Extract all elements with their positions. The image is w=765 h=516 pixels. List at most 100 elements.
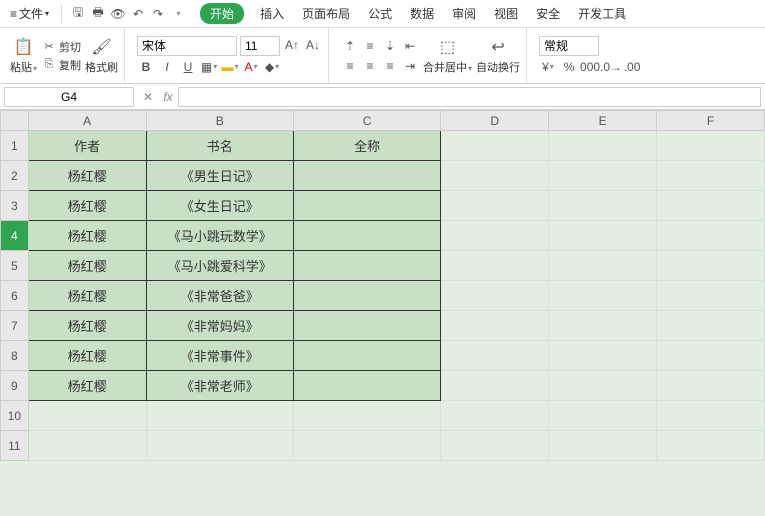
- cell-A2[interactable]: 杨红樱: [28, 161, 146, 191]
- tab-security[interactable]: 安全: [534, 3, 562, 24]
- cell-E1[interactable]: [549, 131, 657, 161]
- cell-C2[interactable]: [294, 161, 441, 191]
- cell-E9[interactable]: [549, 371, 657, 401]
- grid[interactable]: ABCDEF 1作者书名全称2杨红樱《男生日记》3杨红樱《女生日记》4杨红樱《马…: [0, 110, 765, 461]
- cell-B2[interactable]: 《男生日记》: [146, 161, 293, 191]
- name-box[interactable]: [4, 87, 134, 107]
- font-size-select[interactable]: [240, 36, 280, 56]
- wrap-button[interactable]: ↩ 自动换行: [476, 36, 520, 75]
- col-header-E[interactable]: E: [549, 111, 657, 131]
- cell-C6[interactable]: [294, 281, 441, 311]
- effects-icon[interactable]: ◆: [263, 58, 281, 76]
- cell-B4[interactable]: 《马小跳玩数学》: [146, 221, 293, 251]
- cell-E11[interactable]: [549, 431, 657, 461]
- tab-devtools[interactable]: 开发工具: [576, 3, 628, 24]
- cancel-icon[interactable]: ✕: [138, 90, 158, 104]
- align-center-icon[interactable]: ≡: [361, 57, 379, 75]
- fill-color-icon[interactable]: ▬: [221, 58, 239, 76]
- row-header-5[interactable]: 5: [1, 251, 29, 281]
- cell-C10[interactable]: [294, 401, 441, 431]
- font-color-icon[interactable]: A: [242, 58, 260, 76]
- col-header-C[interactable]: C: [294, 111, 441, 131]
- cell-A11[interactable]: [28, 431, 146, 461]
- redo-icon[interactable]: ↷: [150, 6, 166, 22]
- cell-D6[interactable]: [441, 281, 549, 311]
- format-painter-button[interactable]: 🖌 格式刷: [85, 36, 118, 75]
- italic-icon[interactable]: I: [158, 58, 176, 76]
- cell-D10[interactable]: [441, 401, 549, 431]
- col-header-B[interactable]: B: [146, 111, 293, 131]
- cell-F3[interactable]: [657, 191, 765, 221]
- cell-E5[interactable]: [549, 251, 657, 281]
- cell-D7[interactable]: [441, 311, 549, 341]
- paste-button[interactable]: 📋 粘贴: [10, 36, 37, 75]
- cell-A9[interactable]: 杨红樱: [28, 371, 146, 401]
- row-header-4[interactable]: 4: [1, 221, 29, 251]
- border-icon[interactable]: ▦: [200, 58, 218, 76]
- cell-C3[interactable]: [294, 191, 441, 221]
- cell-B3[interactable]: 《女生日记》: [146, 191, 293, 221]
- align-bottom-icon[interactable]: ⇣: [381, 37, 399, 55]
- row-header-6[interactable]: 6: [1, 281, 29, 311]
- tab-layout[interactable]: 页面布局: [300, 3, 352, 24]
- tab-start[interactable]: 开始: [200, 3, 244, 24]
- merge-button[interactable]: ⬚ 合并居中: [423, 36, 472, 75]
- comma-icon[interactable]: 000: [581, 58, 599, 76]
- cell-F10[interactable]: [657, 401, 765, 431]
- tab-insert[interactable]: 插入: [258, 3, 286, 24]
- align-left-icon[interactable]: ≡: [341, 57, 359, 75]
- cell-E8[interactable]: [549, 341, 657, 371]
- cell-D5[interactable]: [441, 251, 549, 281]
- decrease-font-icon[interactable]: A↓: [304, 36, 322, 54]
- cell-F1[interactable]: [657, 131, 765, 161]
- save-icon[interactable]: 🖫: [70, 6, 86, 22]
- cell-A6[interactable]: 杨红樱: [28, 281, 146, 311]
- cell-B8[interactable]: 《非常事件》: [146, 341, 293, 371]
- decimal-dec-icon[interactable]: .00: [623, 58, 641, 76]
- percent-icon[interactable]: %: [560, 58, 578, 76]
- undo-icon[interactable]: ↶: [130, 6, 146, 22]
- cell-C5[interactable]: [294, 251, 441, 281]
- align-top-icon[interactable]: ⇡: [341, 37, 359, 55]
- align-right-icon[interactable]: ≡: [381, 57, 399, 75]
- cell-D2[interactable]: [441, 161, 549, 191]
- currency-icon[interactable]: ¥: [539, 58, 557, 76]
- cell-C8[interactable]: [294, 341, 441, 371]
- cell-A5[interactable]: 杨红樱: [28, 251, 146, 281]
- select-all-corner[interactable]: [1, 111, 29, 131]
- cell-B1[interactable]: 书名: [146, 131, 293, 161]
- file-menu[interactable]: ≡ 文件 ▾: [6, 5, 53, 22]
- row-header-3[interactable]: 3: [1, 191, 29, 221]
- more-qat-icon[interactable]: [170, 6, 186, 22]
- cell-D9[interactable]: [441, 371, 549, 401]
- cell-E6[interactable]: [549, 281, 657, 311]
- cell-D8[interactable]: [441, 341, 549, 371]
- cell-B9[interactable]: 《非常老师》: [146, 371, 293, 401]
- col-header-D[interactable]: D: [441, 111, 549, 131]
- cell-E3[interactable]: [549, 191, 657, 221]
- cell-E7[interactable]: [549, 311, 657, 341]
- cell-D3[interactable]: [441, 191, 549, 221]
- cell-B5[interactable]: 《马小跳爱科学》: [146, 251, 293, 281]
- font-name-select[interactable]: [137, 36, 237, 56]
- tab-view[interactable]: 视图: [492, 3, 520, 24]
- cell-D1[interactable]: [441, 131, 549, 161]
- cell-C11[interactable]: [294, 431, 441, 461]
- align-middle-icon[interactable]: ≡: [361, 37, 379, 55]
- cut-button[interactable]: ✂剪切: [41, 39, 81, 55]
- number-format-select[interactable]: [539, 36, 599, 56]
- increase-font-icon[interactable]: A↑: [283, 36, 301, 54]
- print-icon[interactable]: 🖶: [90, 6, 106, 22]
- cell-C4[interactable]: [294, 221, 441, 251]
- row-header-8[interactable]: 8: [1, 341, 29, 371]
- row-header-9[interactable]: 9: [1, 371, 29, 401]
- cell-A4[interactable]: 杨红樱: [28, 221, 146, 251]
- decimal-inc-icon[interactable]: .0→: [602, 58, 620, 76]
- cell-E10[interactable]: [549, 401, 657, 431]
- indent-decrease-icon[interactable]: ⇤: [401, 37, 419, 55]
- cell-D4[interactable]: [441, 221, 549, 251]
- cell-D11[interactable]: [441, 431, 549, 461]
- row-header-1[interactable]: 1: [1, 131, 29, 161]
- tab-formula[interactable]: 公式: [366, 3, 394, 24]
- col-header-F[interactable]: F: [657, 111, 765, 131]
